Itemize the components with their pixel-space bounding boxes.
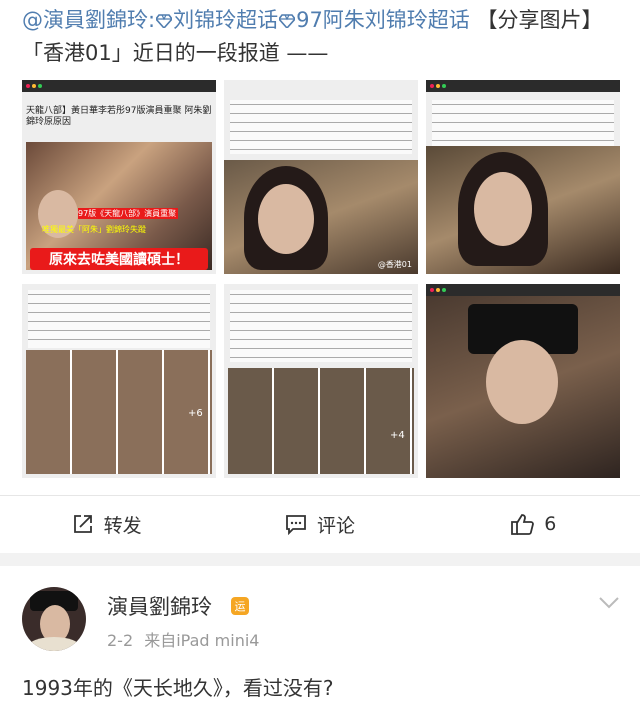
reply-username[interactable]: 演員劉錦玲	[107, 591, 212, 621]
mention-link[interactable]: @演員劉錦玲:	[22, 8, 155, 32]
image-6[interactable]	[426, 284, 620, 478]
drama-stills	[26, 350, 212, 474]
image-1[interactable]: 天龍八部】黃日華李若彤97版演員重聚 阿朱劉錦玲原原因 原來去咗美國讀碩士！ 9…	[22, 80, 216, 274]
article-headline: 天龍八部】黃日華李若彤97版演員重聚 阿朱劉錦玲原原因	[26, 106, 212, 127]
super-topic-link-2[interactable]: 97阿朱刘锦玲超话	[278, 8, 470, 32]
watermark: @香港01	[377, 260, 412, 269]
reply-date: 2-2	[107, 631, 134, 650]
repost-icon	[73, 515, 92, 533]
like-button[interactable]: 6	[427, 496, 640, 552]
repost-button[interactable]: 转发	[0, 496, 213, 552]
reply-source: 来自iPad mini4	[144, 631, 260, 650]
image-4[interactable]: +6	[22, 284, 216, 478]
browser-bar	[22, 80, 216, 92]
reply-text: 1993年的《天长地久》，看过没有?	[22, 676, 334, 700]
browser-bar	[426, 284, 620, 296]
news-badge-1: 97版《天龍八部》演員重聚	[78, 208, 178, 219]
comment-label: 评论	[316, 514, 355, 537]
news-banner: 原來去咗美國讀碩士！	[30, 248, 208, 270]
image-grid: 天龍八部】黃日華李若彤97版演員重聚 阿朱劉錦玲原原因 原來去咗美國讀碩士！ 9…	[22, 80, 620, 478]
article-text	[230, 290, 412, 362]
image-5[interactable]: +4	[224, 284, 418, 478]
more-count: +4	[390, 430, 405, 441]
graduate-face	[486, 340, 558, 424]
actress-face	[474, 172, 532, 246]
post-text: @演員劉錦玲: 刘锦玲超话 97阿朱刘锦玲超话 【分享图片】「香港01」近日的一段报…	[22, 4, 622, 70]
thumbs-up-icon	[511, 514, 535, 535]
super-topic-label-2: 97阿朱刘锦玲超话	[296, 8, 470, 32]
browser-bar	[426, 80, 620, 92]
chevron-down-icon[interactable]	[598, 596, 620, 610]
image-2[interactable]: @香港01	[224, 80, 418, 274]
repost-label: 转发	[103, 514, 142, 537]
super-topic-icon	[278, 14, 297, 30]
actress-face	[258, 184, 314, 254]
section-gap	[0, 553, 640, 566]
reply-meta: 2-2 来自iPad mini4	[107, 627, 259, 651]
news-badge-2: 唯獨最美「阿朱」劉錦玲失蹤	[42, 225, 146, 234]
super-topic-label-1: 刘锦玲超话	[173, 8, 279, 32]
comment-icon	[286, 515, 306, 535]
article-text	[28, 290, 210, 348]
drama-stills	[228, 368, 414, 474]
avatar[interactable]	[22, 587, 86, 651]
super-topic-icon	[155, 14, 174, 30]
comment-button[interactable]: 评论	[213, 496, 426, 552]
verified-badge: 运	[231, 597, 249, 615]
action-bar: 转发 评论 6	[0, 496, 640, 552]
super-topic-link-1[interactable]: 刘锦玲超话	[155, 8, 278, 32]
like-count: 6	[544, 513, 557, 535]
article-text	[432, 100, 614, 146]
image-3[interactable]	[426, 80, 620, 274]
article-text	[230, 100, 412, 154]
more-count: +6	[188, 408, 203, 419]
